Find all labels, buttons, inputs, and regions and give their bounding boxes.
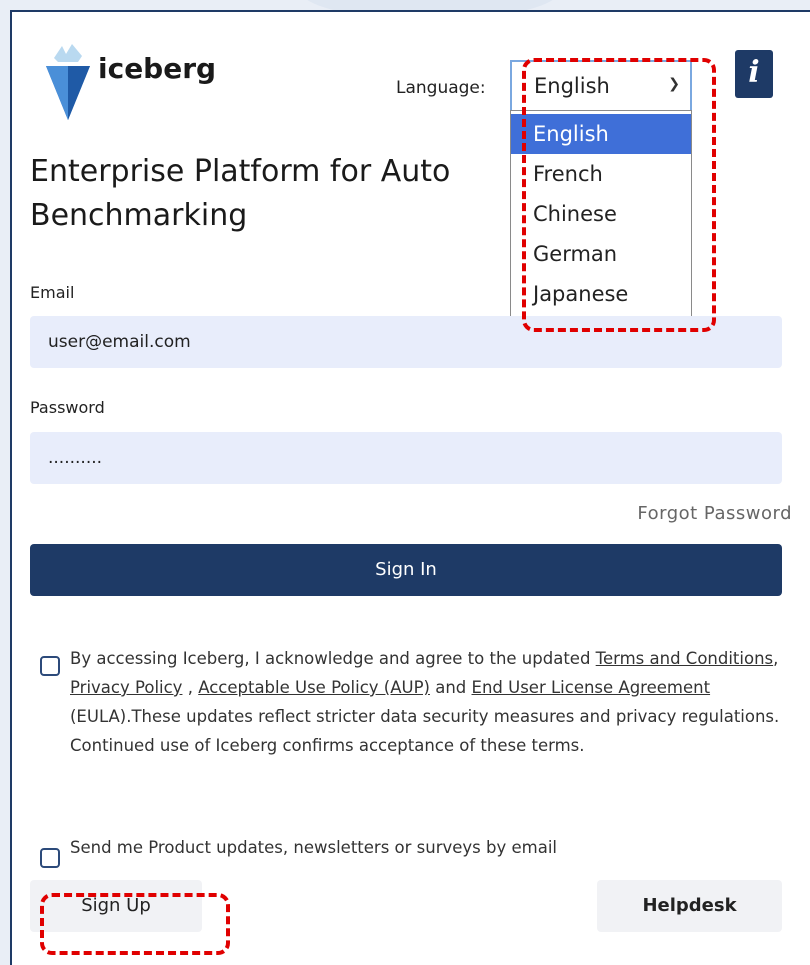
- password-field[interactable]: ..........: [30, 432, 782, 484]
- updates-checkbox[interactable]: [40, 848, 60, 868]
- sign-up-button[interactable]: Sign Up: [30, 880, 202, 932]
- password-label: Password: [30, 398, 105, 417]
- chevron-down-icon: ❯: [668, 76, 680, 92]
- language-option-english[interactable]: English: [511, 114, 691, 154]
- terms-text: By accessing Iceberg, I acknowledge and …: [70, 644, 782, 760]
- language-select[interactable]: English ❯: [510, 60, 692, 112]
- aup-link[interactable]: Acceptable Use Policy (AUP): [198, 678, 430, 697]
- sign-in-button[interactable]: Sign In: [30, 544, 782, 596]
- forgot-password-link[interactable]: Forgot Password: [637, 503, 792, 524]
- updates-label: Send me Product updates, newsletters or …: [70, 838, 558, 857]
- eula-link[interactable]: End User License Agreement: [472, 678, 711, 697]
- page-title: Enterprise Platform for Auto Benchmarkin…: [30, 150, 510, 238]
- helpdesk-button[interactable]: Helpdesk: [597, 880, 782, 932]
- page-title-line1: Enterprise Platform for Auto: [30, 154, 451, 189]
- page-title-line2: Benchmarking: [30, 198, 248, 233]
- terms-checkbox[interactable]: [40, 656, 60, 676]
- info-icon[interactable]: i: [735, 50, 773, 98]
- language-label: Language:: [396, 78, 486, 98]
- language-option-german[interactable]: German: [511, 234, 691, 274]
- terms-link[interactable]: Terms and Conditions: [596, 649, 773, 668]
- app-name: iceberg: [98, 52, 217, 85]
- terms-text-part: and: [429, 678, 472, 697]
- terms-text-part: (EULA).These updates reflect stricter da…: [70, 707, 780, 755]
- language-option-japanese[interactable]: Japanese: [511, 274, 691, 314]
- email-label: Email: [30, 283, 75, 302]
- language-option-chinese[interactable]: Chinese: [511, 194, 691, 234]
- iceberg-logo-icon: [46, 44, 90, 120]
- terms-text-part: ,: [773, 649, 779, 668]
- language-selected-value: English: [534, 74, 610, 98]
- language-option-french[interactable]: French: [511, 154, 691, 194]
- email-field[interactable]: user@email.com: [30, 316, 782, 368]
- terms-text-part: ,: [182, 678, 199, 697]
- privacy-policy-link[interactable]: Privacy Policy: [70, 678, 182, 697]
- terms-text-part: By accessing Iceberg, I acknowledge and …: [70, 649, 596, 668]
- language-dropdown: English French Chinese German Japanese: [510, 110, 692, 317]
